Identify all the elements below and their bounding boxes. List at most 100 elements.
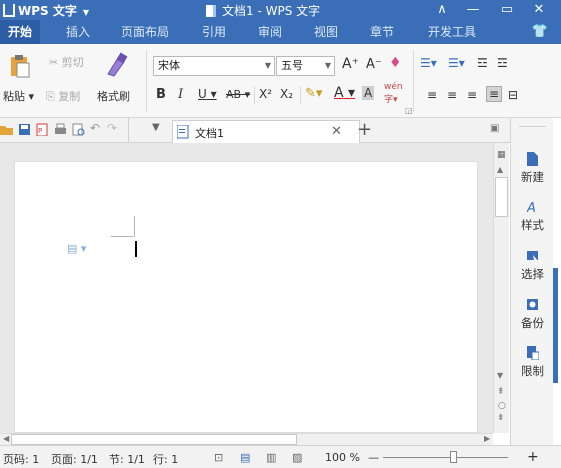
distribute-icon[interactable]: ⊟ bbox=[508, 88, 518, 102]
outline-view-icon[interactable]: ▥ bbox=[266, 451, 276, 464]
close-button[interactable]: ✕ bbox=[522, 0, 556, 20]
tab-home[interactable]: 开始 bbox=[0, 20, 40, 44]
tab-insert[interactable]: 插入 bbox=[58, 20, 98, 44]
bold-button[interactable]: B bbox=[156, 87, 166, 102]
select-button[interactable]: 选择 bbox=[511, 249, 554, 282]
strikethrough-button[interactable]: AB ▾ bbox=[226, 88, 250, 101]
numbering-button[interactable]: ☰▾ bbox=[448, 56, 465, 70]
format-painter-icon[interactable] bbox=[104, 52, 128, 78]
underline-label: U bbox=[198, 87, 207, 101]
document-tab-title: 文档1 bbox=[195, 127, 224, 140]
font-name-select[interactable]: 宋体 ▼ bbox=[153, 56, 275, 76]
vertical-scrollbar[interactable]: ▦ ▲ ▼ ⇞ ○ ⇟ bbox=[493, 143, 509, 433]
tab-view[interactable]: 视图 bbox=[308, 20, 344, 44]
tab-page-layout[interactable]: 页面布局 bbox=[114, 20, 176, 44]
scroll-thumb[interactable] bbox=[495, 177, 508, 217]
zoom-out-button[interactable]: — bbox=[368, 451, 379, 464]
italic-button[interactable]: I bbox=[178, 87, 183, 102]
paste-icon[interactable] bbox=[10, 54, 30, 78]
prev-page-icon[interactable]: ⇞ bbox=[497, 387, 505, 397]
document-tab[interactable]: 文档1 ✕ bbox=[172, 120, 360, 143]
next-page-icon[interactable]: ⇟ bbox=[497, 413, 505, 423]
scroll-up-icon[interactable]: ▲ bbox=[497, 165, 503, 174]
copy-button[interactable]: ⎘ 复制 bbox=[46, 88, 80, 104]
superscript-button[interactable]: X² bbox=[259, 87, 272, 101]
align-left-icon[interactable]: ≡ bbox=[427, 88, 437, 102]
print-preview-icon[interactable] bbox=[72, 123, 85, 136]
page-view-icon[interactable]: ▤ bbox=[240, 451, 250, 464]
justify-icon[interactable]: ≡ bbox=[486, 86, 503, 102]
new-tab-button[interactable]: + bbox=[357, 119, 372, 140]
tab-references[interactable]: 引用 bbox=[196, 20, 232, 44]
highlight-icon[interactable]: ✎▾ bbox=[305, 86, 322, 101]
underline-button[interactable]: U ▾ bbox=[198, 87, 217, 101]
decrease-indent-icon[interactable]: ☲ bbox=[477, 56, 488, 70]
phonetic-guide-button[interactable]: wén 字▾ bbox=[384, 82, 403, 105]
ruler-toggle-icon[interactable]: ▦ bbox=[497, 150, 506, 160]
zoom-in-button[interactable]: + bbox=[527, 449, 539, 465]
font-size-value: 五号 bbox=[281, 59, 303, 72]
format-painter-button[interactable]: 格式刷 bbox=[97, 88, 130, 104]
tab-section[interactable]: 章节 bbox=[364, 20, 400, 44]
grow-font-button[interactable]: A⁺ bbox=[342, 56, 359, 72]
menu-bar: 开始 插入 页面布局 引用 审阅 视图 章节 开发工具 👕 bbox=[0, 20, 561, 44]
task-pane-toggle[interactable] bbox=[553, 268, 558, 383]
font-size-select[interactable]: 五号 ▼ bbox=[276, 56, 335, 76]
paste-button[interactable]: 粘贴 ▾ bbox=[3, 88, 34, 104]
font-name-value: 宋体 bbox=[158, 59, 180, 72]
backup-button[interactable]: 备份 bbox=[511, 298, 554, 331]
tab-developer[interactable]: 开发工具 bbox=[420, 20, 484, 44]
scroll-left-icon[interactable]: ◀ bbox=[3, 434, 9, 443]
collapse-ribbon-button[interactable]: ∧ bbox=[425, 0, 459, 20]
tab-list-icon[interactable]: ▣ bbox=[490, 123, 499, 134]
h-scroll-thumb[interactable] bbox=[11, 434, 297, 445]
redo-icon[interactable]: ↷ bbox=[107, 121, 117, 135]
scroll-down-icon[interactable]: ▼ bbox=[497, 371, 503, 380]
increase-indent-icon[interactable]: ☲ bbox=[497, 56, 508, 70]
shrink-font-button[interactable]: A⁻ bbox=[366, 57, 382, 72]
new-document-button[interactable]: 新建 bbox=[511, 152, 554, 185]
tab-review[interactable]: 审阅 bbox=[252, 20, 288, 44]
clear-format-icon[interactable]: ♦ bbox=[389, 55, 402, 71]
section-status: 节: 1/1 bbox=[109, 453, 145, 466]
undo-icon[interactable]: ↶ bbox=[90, 121, 100, 135]
print-icon[interactable] bbox=[54, 123, 67, 136]
export-pdf-icon[interactable]: P bbox=[36, 123, 49, 136]
shirt-skin-icon[interactable]: 👕 bbox=[530, 20, 550, 44]
close-tab-icon[interactable]: ✕ bbox=[331, 124, 342, 139]
maximize-button[interactable]: ▭ bbox=[490, 0, 524, 20]
page-code-status: 页码: 1 bbox=[3, 453, 40, 466]
web-view-icon[interactable]: ▨ bbox=[292, 451, 302, 464]
open-folder-icon[interactable] bbox=[0, 123, 13, 136]
font-dialog-launcher-icon[interactable]: ◲ bbox=[405, 106, 413, 115]
horizontal-scrollbar[interactable]: ◀ ▶ bbox=[0, 433, 493, 445]
style-icon: A bbox=[527, 201, 536, 214]
backup-icon bbox=[526, 299, 538, 310]
copy-label: 复制 bbox=[58, 90, 81, 103]
title-bar: WPS 文字 ▼ 文档1 - WPS 文字 ∧ — ▭ ✕ bbox=[0, 0, 561, 20]
subscript-button[interactable]: X₂ bbox=[280, 87, 293, 101]
char-shading-button[interactable]: A bbox=[362, 86, 375, 100]
font-color-button[interactable]: A ▾ bbox=[334, 85, 355, 101]
restrict-button[interactable]: 限制 bbox=[511, 346, 554, 379]
full-screen-icon[interactable]: ⊡ bbox=[214, 451, 223, 464]
save-icon[interactable] bbox=[18, 123, 31, 136]
style-button[interactable]: A 样式 bbox=[511, 200, 554, 233]
align-right-icon[interactable]: ≡ bbox=[467, 88, 477, 102]
app-menu-button[interactable]: WPS 文字 ▼ bbox=[3, 2, 89, 19]
minimize-button[interactable]: — bbox=[456, 0, 490, 20]
document-workspace: ▤ ▾ bbox=[0, 143, 493, 433]
align-center-icon[interactable]: ≡ bbox=[447, 88, 457, 102]
zoom-slider-thumb[interactable] bbox=[450, 451, 457, 463]
bullets-button[interactable]: ☰▾ bbox=[420, 56, 437, 70]
line-status: 行: 1 bbox=[153, 453, 179, 466]
document-page[interactable]: ▤ ▾ bbox=[14, 161, 478, 433]
smart-paste-icon[interactable]: ▤ ▾ bbox=[67, 242, 86, 255]
cut-button[interactable]: ✂ 剪切 bbox=[49, 54, 84, 70]
copy-icon: ⎘ bbox=[46, 90, 55, 103]
chevron-down-icon: ▼ bbox=[324, 61, 331, 70]
scroll-right-icon[interactable]: ▶ bbox=[484, 434, 490, 443]
customize-toolbar-icon[interactable]: ▼ bbox=[152, 122, 160, 133]
browse-object-icon[interactable]: ○ bbox=[498, 401, 506, 411]
zoom-slider-track[interactable] bbox=[383, 457, 508, 458]
